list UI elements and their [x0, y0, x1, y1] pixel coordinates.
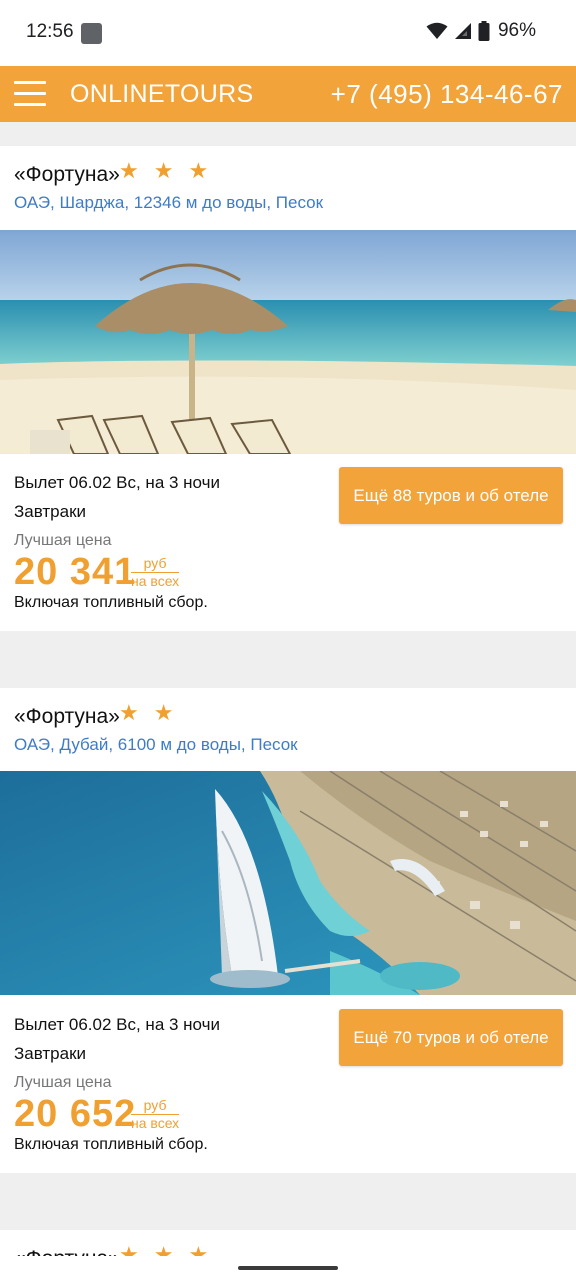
meal-plan: Завтраки — [14, 502, 87, 521]
battery-icon — [478, 21, 490, 41]
star-icon: ★ — [119, 158, 139, 183]
status-bar: 12:56 96% — [0, 0, 576, 66]
best-price-label: Лучшая цена — [14, 1074, 112, 1091]
hotel-card: «Фортуна» ★ ★ ★ ОАЭ, Шарджа, 12346 м до … — [0, 146, 576, 631]
currency-label: руб — [131, 556, 180, 573]
menu-icon[interactable] — [14, 81, 46, 109]
hotel-name[interactable]: «Фортуна» — [14, 705, 120, 729]
fuel-surcharge-note: Включая топливный сбор. — [14, 1136, 208, 1153]
fuel-surcharge-note: Включая топливный сбор. — [14, 594, 208, 611]
star-icon: ★ — [119, 700, 139, 725]
price-currency: руб на всех — [131, 556, 180, 589]
status-icons: 96% — [426, 20, 536, 42]
battery-percent: 96% — [497, 20, 536, 41]
app-header: ONLINETOURS +7 (495) 134-46-67 — [0, 66, 576, 122]
price-per-label: на всех — [131, 1115, 180, 1131]
home-gesture-handle[interactable] — [238, 1266, 338, 1270]
more-tours-button[interactable]: Ещё 88 туров и об отеле — [339, 467, 563, 524]
price-per-label: на всех — [131, 573, 180, 589]
status-time: 12:56 — [26, 21, 74, 42]
currency-label: руб — [131, 1098, 180, 1115]
notification-icon — [81, 23, 102, 44]
brand-logo[interactable]: ONLINETOURS — [70, 80, 253, 109]
price-value: 20 652 — [14, 1093, 137, 1135]
hotel-card: «Фортуна» ★ ★ ОАЭ, Дубай, 6100 м до воды… — [0, 688, 576, 1173]
star-icon: ★ — [153, 158, 174, 183]
hotel-name[interactable]: «Фортуна» — [14, 163, 120, 187]
hotel-location-link[interactable]: ОАЭ, Шарджа, 12346 м до воды, Песок — [14, 193, 323, 213]
hotel-stars: ★ ★ — [119, 702, 173, 724]
phone-link[interactable]: +7 (495) 134-46-67 — [331, 79, 563, 110]
wifi-icon — [426, 22, 448, 39]
more-tours-button[interactable]: Ещё 70 туров и об отеле — [339, 1009, 563, 1066]
departure-info: Вылет 06.02 Вс, на 3 ночи — [14, 1015, 220, 1034]
star-icon: ★ — [188, 158, 209, 183]
hotel-location-link[interactable]: ОАЭ, Дубай, 6100 м до воды, Песок — [14, 735, 298, 755]
best-price-label: Лучшая цена — [14, 532, 112, 549]
hotel-photo-dubai[interactable] — [0, 771, 576, 995]
hotel-photo-beach[interactable] — [0, 230, 576, 454]
star-icon: ★ — [153, 700, 174, 725]
signal-icon — [454, 23, 471, 39]
hotel-stars: ★ ★ ★ — [119, 160, 208, 182]
price-currency: руб на всех — [131, 1098, 180, 1131]
meal-plan: Завтраки — [14, 1044, 87, 1063]
departure-info: Вылет 06.02 Вс, на 3 ночи — [14, 473, 220, 492]
price-value: 20 341 — [14, 551, 137, 593]
